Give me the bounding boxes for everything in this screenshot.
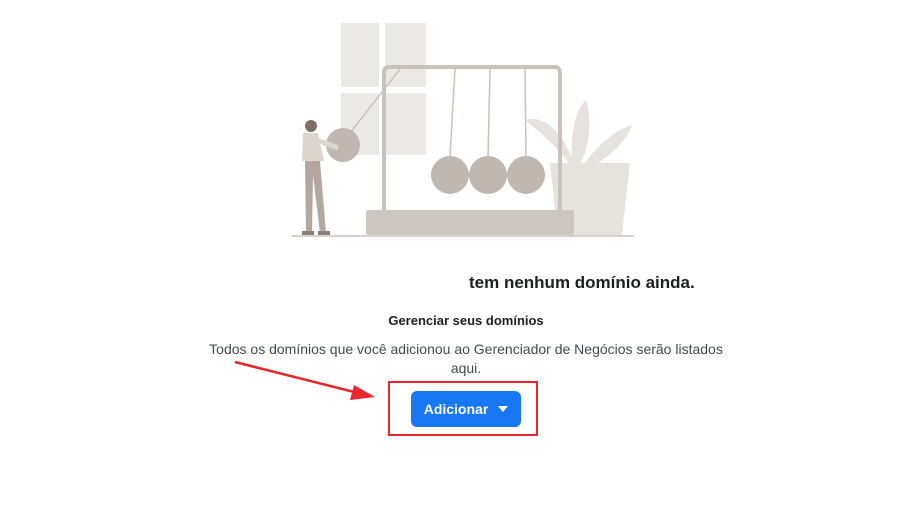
add-button[interactable]: Adicionar [411,391,521,427]
add-button-label: Adicionar [423,401,489,417]
manage-domains-heading: Gerenciar seus domínios [388,313,544,328]
cradle-ball [507,156,545,194]
newtons-cradle-illustration [292,23,634,237]
caret-down-icon [498,406,509,412]
cradle-base [366,210,574,235]
cradle-ball [469,156,507,194]
cradle-ball [431,156,469,194]
empty-state-description: Todos os domínios que você adicionou ao … [209,341,723,376]
empty-state-title: tem nenhum domínio ainda. [469,273,695,292]
